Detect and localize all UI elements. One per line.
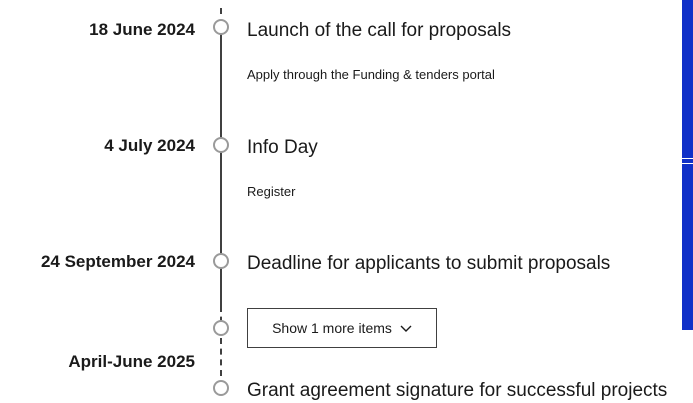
event-title: Deadline for applicants to submit propos… — [247, 253, 611, 274]
circle-marker-icon — [213, 320, 229, 336]
timeline-rail-dashed-bottom — [220, 306, 222, 376]
circle-marker-icon — [213, 137, 229, 153]
event-date: April-June 2025 — [68, 352, 195, 371]
circle-marker-icon — [213, 380, 229, 396]
event-date: 18 June 2024 — [89, 20, 195, 39]
event-title: Launch of the call for proposals — [247, 20, 512, 41]
side-panel-divider — [682, 158, 693, 164]
circle-marker-icon — [213, 253, 229, 269]
event-title: Grant agreement signature for successful… — [247, 380, 668, 401]
event-date: 24 September 2024 — [40, 252, 195, 271]
show-more-button[interactable]: Show 1 more items — [247, 308, 437, 348]
side-panel — [682, 0, 693, 330]
event-date: 4 July 2024 — [104, 136, 195, 155]
apply-link[interactable]: Apply through the Funding & tenders port… — [247, 67, 495, 82]
register-link[interactable]: Register — [247, 184, 295, 199]
timeline: 18 June 2024 Launch of the call for prop… — [0, 0, 693, 403]
chevron-down-icon — [400, 320, 412, 336]
event-title: Info Day — [247, 137, 318, 158]
show-more-label: Show 1 more items — [272, 320, 392, 336]
circle-marker-icon — [213, 19, 229, 35]
